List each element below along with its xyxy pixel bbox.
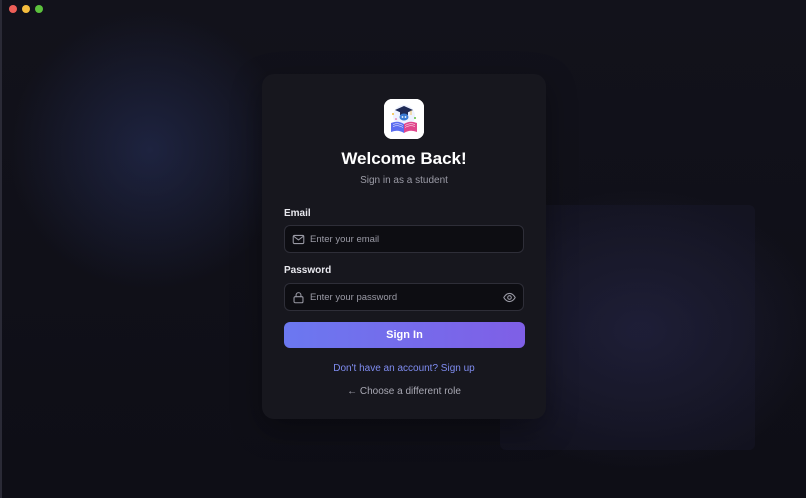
zoom-window-button[interactable] bbox=[35, 5, 43, 13]
choose-role-link[interactable]: ← Choose a different role bbox=[262, 386, 546, 398]
email-label: Email bbox=[284, 208, 311, 219]
mail-icon bbox=[292, 233, 305, 246]
sign-up-link[interactable]: Don't have an account? Sign up bbox=[262, 363, 546, 375]
minimize-window-button[interactable] bbox=[22, 5, 30, 13]
password-label: Password bbox=[284, 265, 332, 276]
password-field-container[interactable] bbox=[284, 283, 524, 311]
page-title: Welcome Back! bbox=[341, 149, 467, 168]
email-input[interactable] bbox=[310, 226, 500, 252]
sign-in-button[interactable]: Sign In bbox=[284, 322, 525, 348]
app-window: Welcome Back! Sign in as a student Email… bbox=[0, 0, 806, 498]
lock-icon bbox=[292, 291, 305, 304]
app-logo-icon bbox=[384, 99, 424, 139]
password-input[interactable] bbox=[310, 284, 500, 310]
eye-icon[interactable] bbox=[503, 291, 516, 304]
email-field-container[interactable] bbox=[284, 225, 524, 253]
close-window-button[interactable] bbox=[9, 5, 17, 13]
window-edge bbox=[0, 0, 2, 498]
login-card: Welcome Back! Sign in as a student Email… bbox=[262, 74, 546, 419]
page-subtitle: Sign in as a student bbox=[360, 175, 448, 186]
